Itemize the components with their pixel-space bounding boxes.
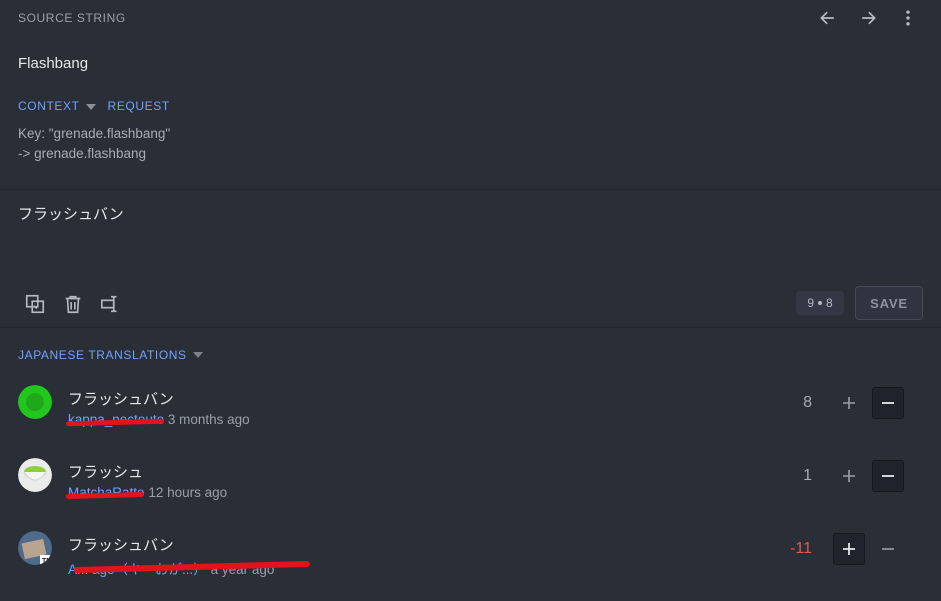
context-key-line: Key: "grenade.flashbang" xyxy=(18,126,171,141)
translation-time: 12 hours ago xyxy=(148,485,228,500)
delete-icon[interactable] xyxy=(60,291,86,317)
counter-right: 8 xyxy=(826,296,833,310)
downvote-button[interactable] xyxy=(872,387,904,419)
upvote-button[interactable] xyxy=(833,387,865,419)
avatar: TM xyxy=(18,531,52,565)
arrow-right-icon[interactable] xyxy=(853,6,883,30)
counter-dot-icon xyxy=(818,301,822,305)
divider xyxy=(0,189,941,190)
translation-row: TM フラッシュバン A... age（キ―おが...） a year ago … xyxy=(0,526,941,586)
tab-context-label: CONTEXT xyxy=(18,99,80,113)
translation-editor[interactable]: フラッシュバン xyxy=(18,203,124,224)
tab-context[interactable]: CONTEXT xyxy=(18,99,96,113)
arrow-left-icon[interactable] xyxy=(813,6,843,30)
vote-score: -11 xyxy=(790,540,812,557)
translations-section-toggle[interactable]: JAPANESE TRANSLATIONS xyxy=(18,348,203,362)
copy-source-icon[interactable] xyxy=(22,291,48,317)
vote-score: 8 xyxy=(803,394,812,411)
source-string-header: SOURCE STRING xyxy=(18,11,126,25)
avatar xyxy=(18,385,52,419)
save-button[interactable]: SAVE xyxy=(855,286,923,320)
char-counter: 9 8 xyxy=(796,291,844,315)
source-string-text: Flashbang xyxy=(18,55,89,72)
source-tabs: CONTEXT REQUEST xyxy=(18,99,170,113)
vote-score: 1 xyxy=(803,467,812,484)
counter-left: 9 xyxy=(807,296,814,310)
translation-text: フラッシュ xyxy=(68,464,144,481)
downvote-button[interactable] xyxy=(872,460,904,492)
divider xyxy=(0,327,941,328)
downvote-button[interactable] xyxy=(872,533,904,565)
upvote-button[interactable] xyxy=(833,533,865,565)
avatar xyxy=(18,458,52,492)
svg-text:TM: TM xyxy=(42,558,52,565)
text-cursor-icon[interactable] xyxy=(98,291,124,317)
translations-section-label: JAPANESE TRANSLATIONS xyxy=(18,348,187,362)
caret-down-icon xyxy=(85,103,96,110)
context-path-line: -> grenade.flashbang xyxy=(18,146,146,161)
translation-row: フラッシュバン kappa_nectouto 3 months ago 8 xyxy=(0,380,941,440)
tab-request[interactable]: REQUEST xyxy=(108,99,170,113)
translation-row: フラッシュ MatchaRatte 12 hours ago 1 xyxy=(0,453,941,513)
header-actions xyxy=(813,6,923,30)
context-panel: Key: "grenade.flashbang" -> grenade.flas… xyxy=(18,124,170,164)
translation-text: フラッシュバン xyxy=(68,391,174,408)
editor-toolbar xyxy=(22,291,124,317)
caret-down-icon xyxy=(192,352,203,358)
translation-text: フラッシュバン xyxy=(68,537,174,554)
tab-request-label: REQUEST xyxy=(107,99,170,113)
more-vertical-icon[interactable] xyxy=(893,6,923,30)
upvote-button[interactable] xyxy=(833,460,865,492)
translation-time: 3 months ago xyxy=(167,412,250,427)
